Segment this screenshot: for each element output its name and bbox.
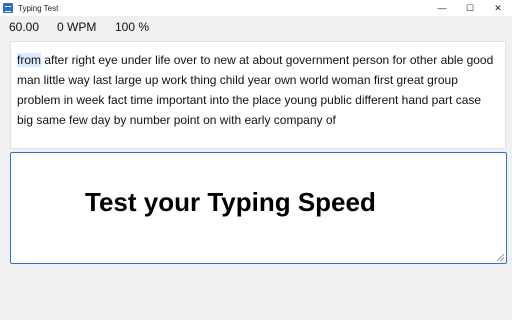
wpm-readout: 0 WPM xyxy=(57,20,97,34)
title-bar: Typing Test — ☐ ✕ xyxy=(0,0,512,16)
passage-remaining-text: after right eye under life over to new a… xyxy=(17,53,494,127)
window-controls: — ☐ ✕ xyxy=(428,0,512,16)
maximize-button[interactable]: ☐ xyxy=(456,0,484,16)
accuracy-readout: 100 % xyxy=(115,20,150,34)
minimize-button[interactable]: — xyxy=(428,0,456,16)
close-button[interactable]: ✕ xyxy=(484,0,512,16)
timer-readout: 60.00 xyxy=(9,20,40,34)
resize-grip-icon[interactable] xyxy=(497,254,504,261)
current-word: from xyxy=(17,53,41,67)
typing-test-app-icon xyxy=(3,3,13,13)
passage-text-box: from after right eye under life over to … xyxy=(10,41,506,149)
typing-input-area[interactable]: Test your Typing Speed xyxy=(10,152,507,264)
stats-bar: 60.00 0 WPM 100 % xyxy=(0,16,512,38)
typing-prompt: Test your Typing Speed xyxy=(85,187,376,217)
window-title: Typing Test xyxy=(18,3,59,13)
